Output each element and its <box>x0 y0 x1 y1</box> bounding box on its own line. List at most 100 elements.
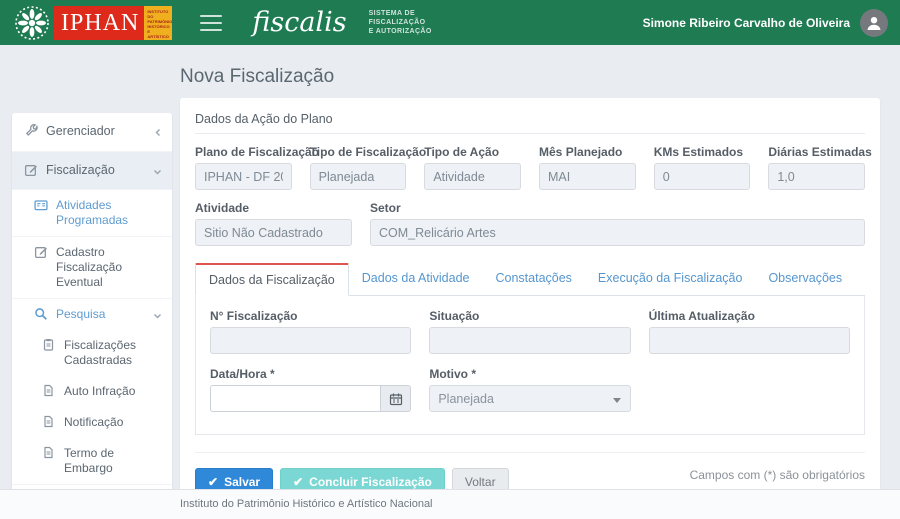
field-label: Diárias Estimadas <box>768 145 865 159</box>
sidebar-item-notificacao[interactable]: Notificação <box>12 407 172 438</box>
iphan-full-name: Instituto do Patrimônio Histórico e Artí… <box>147 9 170 40</box>
tab-bar: Dados da Fiscalização Dados da Atividade… <box>195 263 865 296</box>
empty-col <box>649 367 850 412</box>
field-label: Última Atualização <box>649 309 850 323</box>
pane-row-1: N° Fiscalização Situação Última Atualiza… <box>210 309 850 354</box>
ultima-atualizacao-field <box>649 327 850 354</box>
wrench-icon <box>24 124 39 138</box>
tab-pane-dados-da-fiscalizacao: N° Fiscalização Situação Última Atualiza… <box>195 296 865 435</box>
calendar-icon <box>389 392 403 406</box>
plano-de-fiscalizacao-field <box>195 163 292 190</box>
check-icon: ✔ <box>293 475 303 489</box>
mes-planejado-field <box>539 163 636 190</box>
app-brand: fiscalis <box>252 9 346 36</box>
field-label: Tipo de Ação <box>424 145 521 159</box>
salvar-button-label: Salvar <box>224 475 260 489</box>
field-label: Mês Planejado <box>539 145 636 159</box>
top-header: IPHAN Instituto do Patrimônio Histórico … <box>0 0 900 45</box>
sidebar-item-label: Pesquisa <box>56 307 105 322</box>
diarias-estimadas-field <box>768 163 865 190</box>
field-label: Situação <box>429 309 630 323</box>
system-name-line: E AUTORIZAÇÃO <box>369 27 432 36</box>
sidebar-item-atividades-programadas[interactable]: Atividades Programadas <box>12 190 172 237</box>
concluir-button-label: Concluir Fiscalização <box>309 475 432 489</box>
kms-estimados-field <box>654 163 751 190</box>
tipo-de-fiscalizacao-field <box>310 163 407 190</box>
edit-icon <box>34 245 49 259</box>
atividade-field <box>195 219 352 246</box>
calendar-button[interactable] <box>381 385 411 412</box>
tab-dados-da-fiscalizacao[interactable]: Dados da Fiscalização <box>195 263 349 296</box>
field-label: Plano de Fiscalização <box>195 145 292 159</box>
situacao-field <box>429 327 630 354</box>
caret-down-icon <box>613 398 621 403</box>
field-label: N° Fiscalização <box>210 309 411 323</box>
hamburger-menu-icon[interactable] <box>200 15 222 31</box>
list-card-icon <box>34 198 49 212</box>
search-icon <box>34 307 49 321</box>
sidebar-item-label: Fiscalização <box>46 163 115 179</box>
sidebar-item-cadastro-fiscalizacao-eventual[interactable]: Cadastro Fiscalização Eventual <box>12 237 172 299</box>
user-name: Simone Ribeiro Carvalho de Oliveira <box>643 16 850 30</box>
chevron-down-icon <box>153 309 162 324</box>
app-root: IPHAN Instituto do Patrimônio Histórico … <box>0 0 900 519</box>
plan-section-legend: Dados da Ação do Plano <box>195 112 865 134</box>
tab-execucao-da-fiscalizacao[interactable]: Execução da Fiscalização <box>585 263 756 295</box>
field-label: Tipo de Fiscalização <box>310 145 407 159</box>
sidebar-nav: Gerenciador Fiscalização Atividades Prog… <box>12 113 172 519</box>
field-label: Atividade <box>195 201 352 215</box>
main-content: Nova Fiscalização Dados da Ação do Plano… <box>180 45 880 512</box>
field-label: Motivo * <box>429 367 630 381</box>
motivo-selected-value: Planejada <box>438 392 494 406</box>
iphan-logo[interactable]: IPHAN Instituto do Patrimônio Histórico … <box>0 0 172 45</box>
check-icon: ✔ <box>208 475 218 489</box>
numero-fiscalizacao-field <box>210 327 411 354</box>
iphan-acronym: IPHAN <box>61 11 139 35</box>
sidebar-item-label: Notificação <box>64 415 123 430</box>
setor-field <box>370 219 865 246</box>
file-icon <box>42 415 57 428</box>
nova-fiscalizacao-card: Dados da Ação do Plano Plano de Fiscaliz… <box>180 98 880 512</box>
chevron-left-icon <box>154 126 162 142</box>
sidebar-item-label: Termo de Embargo <box>64 446 148 476</box>
pane-row-2: Data/Hora * Motivo * Planejada <box>210 367 850 412</box>
required-fields-note: Campos com (*) são obrigatórios <box>690 468 865 482</box>
chevron-down-icon <box>153 165 162 181</box>
field-label: KMs Estimados <box>654 145 751 159</box>
iphan-emblem-icon <box>14 5 50 41</box>
sidebar-item-label: Auto Infração <box>64 384 135 399</box>
field-label: Setor <box>370 201 865 215</box>
file-icon <box>42 384 57 397</box>
divider <box>195 452 865 453</box>
tab-constatacoes[interactable]: Constatações <box>482 263 584 295</box>
sidebar-item-fiscalizacoes-cadastradas[interactable]: Fiscalizações Cadastradas <box>12 330 172 376</box>
sidebar-item-label: Atividades Programadas <box>56 198 148 228</box>
sidebar-item-label: Gerenciador <box>46 124 115 140</box>
system-name-line: SISTEMA DE <box>369 9 432 18</box>
edit-icon <box>24 163 39 177</box>
data-hora-input[interactable] <box>210 385 381 412</box>
voltar-button-label: Voltar <box>465 475 496 489</box>
footer-text: Instituto do Patrimônio Histórico e Artí… <box>180 498 433 510</box>
sidebar-item-label: Fiscalizações Cadastradas <box>64 338 148 368</box>
tab-observacoes[interactable]: Observações <box>755 263 855 295</box>
plan-fields-row: Plano de Fiscalização Tipo de Fiscalizaç… <box>195 145 865 190</box>
sidebar-item-pesquisa[interactable]: Pesquisa <box>12 299 172 330</box>
sidebar-item-auto-infracao[interactable]: Auto Infração <box>12 376 172 407</box>
system-name: SISTEMA DE FISCALIZAÇÃO E AUTORIZAÇÃO <box>369 9 432 36</box>
motivo-select: Planejada <box>429 385 630 412</box>
sidebar-item-fiscalizacao[interactable]: Fiscalização <box>12 152 172 191</box>
user-avatar-icon[interactable] <box>860 9 888 37</box>
system-name-line: FISCALIZAÇÃO <box>369 18 432 27</box>
clipboard-icon <box>42 338 57 351</box>
file-icon <box>42 446 57 459</box>
page-title: Nova Fiscalização <box>180 66 880 88</box>
tipo-de-acao-field <box>424 163 521 190</box>
atividade-setor-row: Atividade Setor <box>195 201 865 246</box>
sidebar-item-label: Cadastro Fiscalização Eventual <box>56 245 148 290</box>
field-label: Data/Hora * <box>210 367 411 381</box>
tab-dados-da-atividade[interactable]: Dados da Atividade <box>349 263 483 295</box>
user-menu[interactable]: Simone Ribeiro Carvalho de Oliveira <box>643 9 900 37</box>
sidebar-item-termo-de-embargo[interactable]: Termo de Embargo <box>12 438 172 485</box>
sidebar-item-gerenciador[interactable]: Gerenciador <box>12 113 172 152</box>
